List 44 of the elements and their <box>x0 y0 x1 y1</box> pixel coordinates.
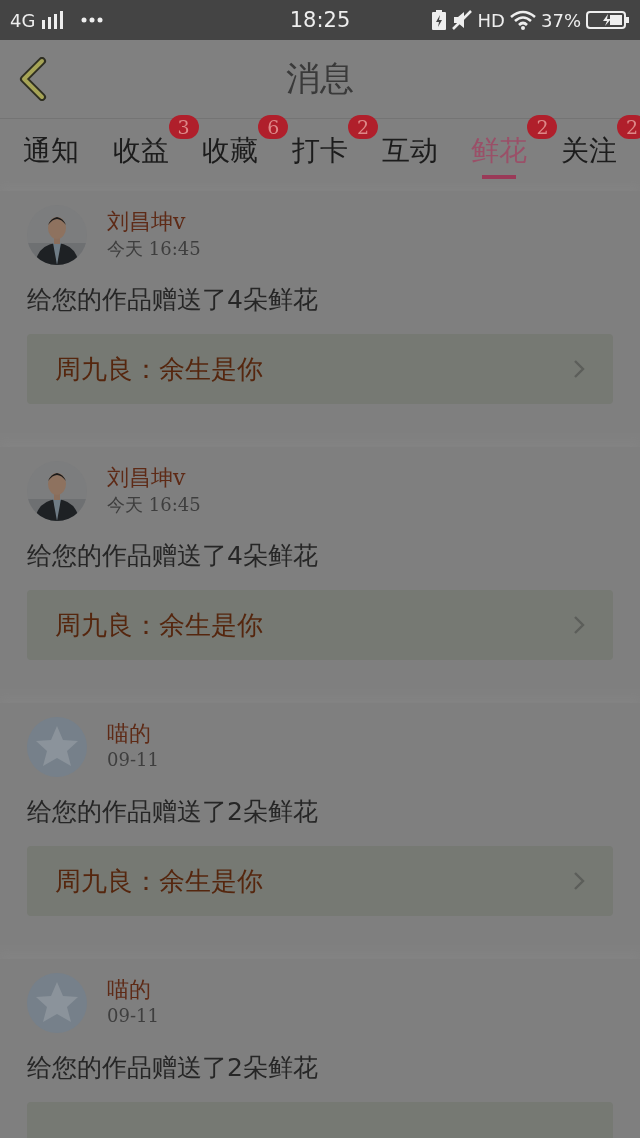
mute-icon <box>450 10 473 30</box>
star-avatar-icon <box>27 717 87 777</box>
message-time: 09-11 <box>107 1005 159 1026</box>
tab[interactable]: 关注 <box>561 131 618 171</box>
user-name[interactable]: 刘昌坤v <box>107 463 201 493</box>
user-name[interactable]: 喵的 <box>107 975 159 1005</box>
count-badge: 2 <box>527 115 558 139</box>
count-badge: 2 <box>348 115 378 139</box>
message-text: 给您的作品赠送了2朵鲜花 <box>27 796 319 828</box>
tab-underline <box>482 175 517 179</box>
clock-time: 18:25 <box>289 8 351 32</box>
work-link[interactable]: 周九良：余生是你 <box>27 846 613 916</box>
network-label: 4G <box>10 9 36 31</box>
chevron-right-icon <box>573 871 585 891</box>
tab[interactable]: 通知 <box>22 131 79 171</box>
wifi-icon <box>510 10 536 30</box>
count-badge: 3 <box>168 115 199 139</box>
user-name[interactable]: 喵的 <box>107 719 159 749</box>
signal-icon <box>41 11 66 29</box>
battery-percent: 37% <box>541 9 581 31</box>
chevron-right-icon <box>573 359 585 379</box>
hd-label: HD <box>477 9 505 31</box>
battery-icon <box>586 10 630 30</box>
user-name[interactable]: 刘昌坤v <box>107 207 201 237</box>
message-text: 给您的作品赠送了2朵鲜花 <box>27 1052 319 1084</box>
chevron-right-icon <box>573 615 585 635</box>
work-link[interactable]: 周九良：余生是你 <box>27 334 613 404</box>
message-time: 今天 16:45 <box>107 493 201 517</box>
tab[interactable]: 打卡 <box>292 131 348 171</box>
work-link[interactable]: 周九良：余生是你 <box>27 590 613 660</box>
message-time: 09-11 <box>107 749 159 770</box>
count-badge: 2 <box>617 115 640 139</box>
tab[interactable]: 收藏 <box>202 131 259 171</box>
star-avatar-icon <box>27 973 87 1033</box>
battery-saver-icon <box>431 10 446 30</box>
message-text: 给您的作品赠送了4朵鲜花 <box>27 284 319 316</box>
back-button[interactable] <box>18 57 48 101</box>
more-icon <box>81 17 104 23</box>
tab[interactable]: 互动 <box>381 131 438 171</box>
message-text: 给您的作品赠送了4朵鲜花 <box>27 540 319 572</box>
message-time: 今天 16:45 <box>107 237 201 261</box>
count-badge: 6 <box>258 115 289 139</box>
tab[interactable]: 收益 <box>112 131 169 171</box>
page-title: 消息 <box>286 57 354 100</box>
